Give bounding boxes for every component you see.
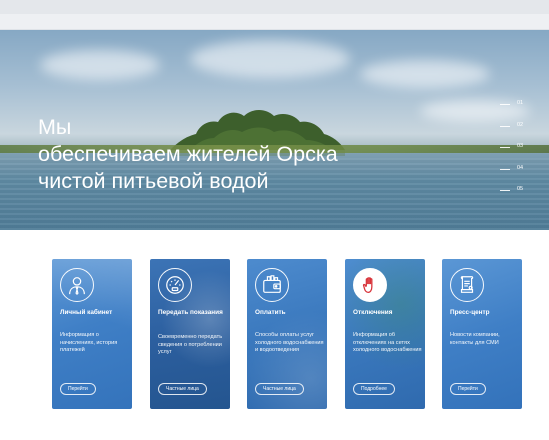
card-title: Личный кабинет <box>60 309 113 316</box>
cloud <box>190 40 350 78</box>
card-pay[interactable]: Оплатить Способы оплаты услуг холодного … <box>247 259 327 409</box>
card-description: Новости компании, контакты для СМИ <box>450 332 500 346</box>
card-description: Информация об отключениях на сетях холод… <box>353 332 422 354</box>
card-outages[interactable]: Отключения Информация об отключениях на … <box>345 259 425 409</box>
hero-title-line-3: чистой питьевой водой <box>38 169 269 193</box>
slide-dot-2[interactable]: 02 <box>500 122 530 144</box>
card-submit-readings[interactable]: Передать показания Своевременно передать… <box>150 259 230 409</box>
card-button[interactable]: Частные лица <box>158 383 207 395</box>
wallet-icon <box>255 268 289 302</box>
card-title: Передать показания <box>158 309 223 316</box>
hero-title-line-2: обеспечиваем жителей Орска <box>38 142 338 166</box>
card-personal-account[interactable]: Личный кабинет Информация о начислениях,… <box>52 259 132 409</box>
slide-dot-3[interactable]: 03 <box>500 143 530 165</box>
card-title: Оплатить <box>255 309 286 316</box>
browser-top-bar <box>0 0 549 30</box>
slide-number: 03 <box>517 143 524 149</box>
card-press-center[interactable]: Пресс-центр Новости компании, контакты д… <box>442 259 522 409</box>
gauge-icon <box>158 268 192 302</box>
stop-hand-icon <box>353 268 387 302</box>
cloud <box>40 50 160 80</box>
hero-title: Мы обеспечиваем жителей Орска чистой пит… <box>38 114 338 195</box>
hero-title-line-1: Мы <box>38 115 72 139</box>
slide-indicator-line <box>500 168 510 170</box>
card-description: Информация о начислениях, история платеж… <box>60 332 118 354</box>
card-description: Способы оплаты услуг холодного водоснабж… <box>255 332 324 354</box>
slide-number: 04 <box>517 164 524 171</box>
slide-dot-4[interactable]: 04 <box>500 165 530 187</box>
slide-dot-5[interactable]: 05 <box>500 186 530 208</box>
slide-number: 02 <box>517 121 524 128</box>
card-button[interactable]: Частные лица <box>255 383 304 395</box>
user-tie-icon <box>60 268 94 302</box>
card-button[interactable]: Перейти <box>60 383 96 395</box>
top-strip <box>0 0 549 14</box>
slide-pager: 01 02 03 04 05 <box>500 100 530 208</box>
hero-banner: Мы обеспечиваем жителей Орска чистой пит… <box>0 30 549 230</box>
slide-indicator-line <box>500 147 510 148</box>
card-description: Своевременно передать сведения о потребл… <box>158 334 223 356</box>
slide-dot-1[interactable]: 01 <box>500 100 530 122</box>
card-button[interactable]: Подробнее <box>353 383 395 395</box>
card-title: Пресс-центр <box>450 309 490 316</box>
slide-indicator-line <box>500 190 510 191</box>
document-icon <box>450 268 484 302</box>
card-title: Отключения <box>353 309 393 316</box>
slide-indicator-line <box>500 125 510 127</box>
cloud <box>360 60 490 88</box>
card-button[interactable]: Перейти <box>450 383 486 395</box>
slide-indicator-line <box>500 104 510 105</box>
slide-number: 01 <box>517 100 524 106</box>
slide-number: 05 <box>517 186 524 192</box>
